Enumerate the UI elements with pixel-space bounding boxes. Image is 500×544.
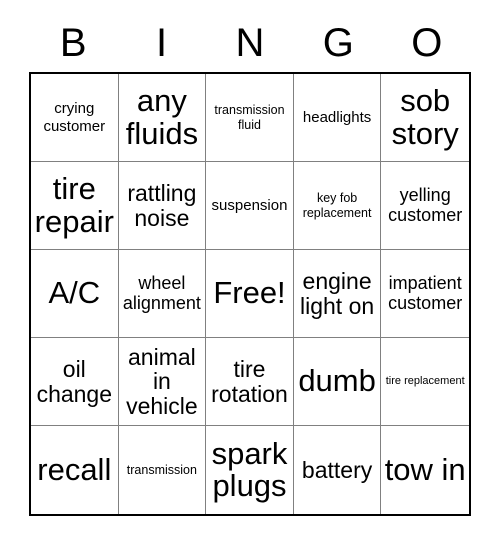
bingo-card: B I N G O crying customer any fluids tra… xyxy=(29,14,471,516)
bingo-cell-label: wheel alignment xyxy=(122,272,201,313)
bingo-cell-label: tire rotation xyxy=(211,356,288,407)
bingo-cell[interactable]: transmission xyxy=(118,426,207,514)
bingo-cell-label: A/C xyxy=(48,275,101,311)
bingo-cell[interactable]: animal in vehicle xyxy=(118,338,207,426)
bingo-cell[interactable]: battery xyxy=(293,426,382,514)
bingo-cell-label: headlights xyxy=(302,108,372,126)
bingo-cell-label: rattling noise xyxy=(127,180,197,231)
bingo-cell[interactable]: wheel alignment xyxy=(118,250,207,338)
bingo-cell[interactable]: tire rotation xyxy=(206,338,294,426)
bingo-cell-label: Free! xyxy=(213,275,286,311)
bingo-cell[interactable]: yelling customer xyxy=(381,162,469,250)
bingo-cell-label: tire repair xyxy=(34,171,114,239)
bingo-cell-label: transmission xyxy=(126,462,197,477)
bingo-cell[interactable]: dumb xyxy=(293,338,382,426)
bingo-cell[interactable]: tire replacement xyxy=(381,338,469,426)
bingo-cell[interactable]: recall xyxy=(31,426,119,514)
bingo-cell[interactable]: tow in xyxy=(381,426,469,514)
header-letter-b: B xyxy=(59,21,87,65)
bingo-cell[interactable]: headlights xyxy=(293,74,382,162)
bingo-cell-label: tire replacement xyxy=(385,375,465,388)
header-letter-i: I xyxy=(156,21,168,65)
bingo-cell-label: sob story xyxy=(391,83,459,151)
header-letter-o: O xyxy=(411,21,443,65)
bingo-cell-label: oil change xyxy=(36,356,113,407)
bingo-cell-label: impatient customer xyxy=(388,272,463,313)
bingo-cell-label: suspension xyxy=(211,196,288,214)
bingo-cell[interactable]: any fluids xyxy=(118,74,207,162)
bingo-cell[interactable]: engine light on xyxy=(293,250,382,338)
header-letter-n: N xyxy=(235,21,265,65)
bingo-cell-label: engine light on xyxy=(300,268,375,319)
bingo-cell-label: animal in vehicle xyxy=(126,343,198,419)
bingo-cell-label: spark plugs xyxy=(211,435,288,503)
bingo-cell[interactable]: spark plugs xyxy=(206,426,294,514)
bingo-cell[interactable]: rattling noise xyxy=(118,162,207,250)
bingo-cell-label: any fluids xyxy=(125,83,199,151)
bingo-cell[interactable]: tire repair xyxy=(31,162,119,250)
bingo-cell-free[interactable]: Free! xyxy=(206,250,294,338)
header-letter-g: G xyxy=(322,21,354,65)
bingo-cell-label: recall xyxy=(37,451,112,487)
bingo-cell[interactable]: transmission fluid xyxy=(206,74,294,162)
bingo-cell-label: crying customer xyxy=(43,100,106,135)
bingo-cell-label: battery xyxy=(301,456,373,483)
bingo-cell-label: dumb xyxy=(298,363,376,399)
bingo-cell[interactable]: crying customer xyxy=(31,74,119,162)
bingo-header-row: B I N G O xyxy=(29,14,471,72)
bingo-cell[interactable]: A/C xyxy=(31,250,119,338)
bingo-grid: crying customer any fluids transmission … xyxy=(29,72,471,516)
bingo-cell-label: key fob replacement xyxy=(302,190,372,220)
bingo-cell[interactable]: key fob replacement xyxy=(293,162,382,250)
bingo-cell-label: transmission fluid xyxy=(214,102,285,132)
bingo-cell[interactable]: sob story xyxy=(381,74,469,162)
bingo-cell[interactable]: impatient customer xyxy=(381,250,469,338)
bingo-cell[interactable]: suspension xyxy=(206,162,294,250)
bingo-cell[interactable]: oil change xyxy=(31,338,119,426)
bingo-cell-label: tow in xyxy=(384,451,466,487)
bingo-cell-label: yelling customer xyxy=(388,184,463,225)
